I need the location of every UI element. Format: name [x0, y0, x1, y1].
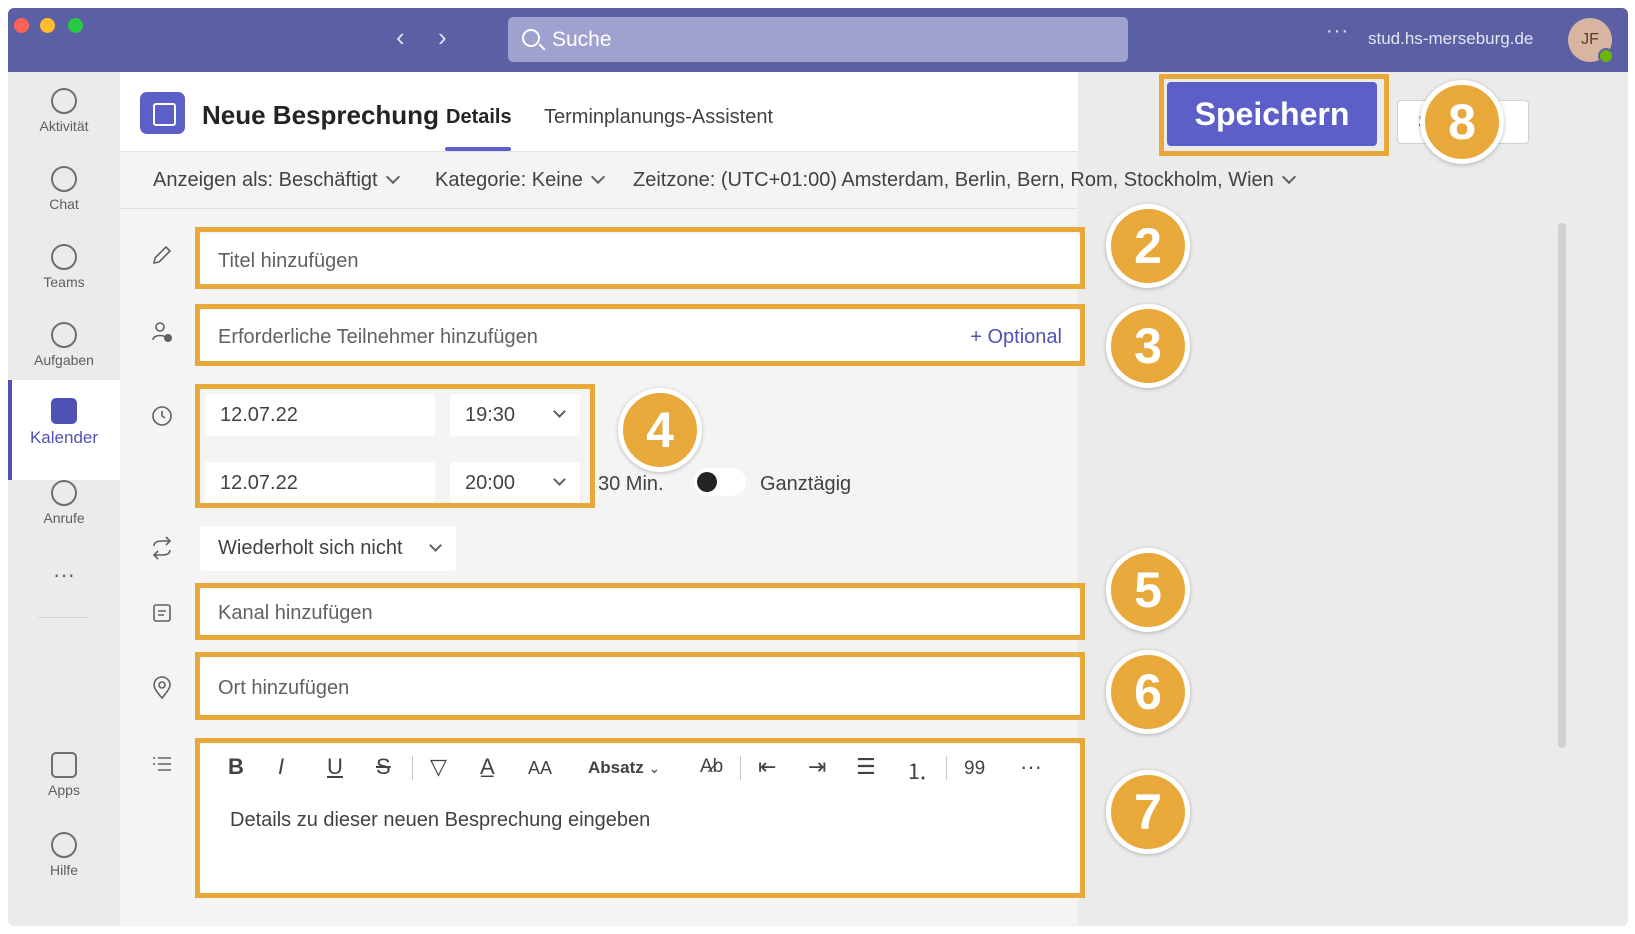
- rail-item-label: Chat: [49, 196, 79, 212]
- bell-icon: [51, 88, 77, 114]
- duration-label: 30 Min.: [598, 473, 664, 495]
- rail-item-activity[interactable]: Aktivität: [8, 88, 120, 148]
- calendar-icon: [51, 398, 77, 424]
- backpack-icon: [51, 322, 77, 348]
- avatar[interactable]: JF: [1568, 18, 1614, 64]
- teams-icon: [51, 244, 77, 270]
- category-label: Kategorie: Keine: [435, 169, 583, 191]
- search-input[interactable]: Suche: [508, 17, 1128, 62]
- chevron-down-icon: [385, 169, 400, 185]
- rail-item-label: Apps: [48, 782, 80, 798]
- options-bar: Anzeigen als: Beschäftigt Kategorie: Kei…: [120, 152, 1296, 209]
- rail-item-label: Aktivität: [39, 118, 89, 134]
- highlight-location: [195, 652, 1085, 720]
- back-arrow-icon[interactable]: ‹: [396, 22, 405, 52]
- pencil-icon: [152, 245, 172, 265]
- rail-item-calls[interactable]: Anrufe: [8, 480, 120, 540]
- page-title: Neue Besprechung: [202, 100, 439, 130]
- close-window-button[interactable]: [14, 18, 29, 33]
- highlight-details: [195, 738, 1085, 898]
- rail-item-label: Hilfe: [49, 862, 78, 878]
- minimize-window-button[interactable]: [40, 18, 55, 33]
- tenant-name: stud.hs-merseburg.de: [1368, 29, 1534, 48]
- all-day-label: Ganztägig: [760, 473, 852, 495]
- highlight-channel: [195, 583, 1085, 640]
- timezone-label: Zeitzone: (UTC+01:00) Amsterdam, Berlin,…: [633, 169, 1274, 191]
- toggle-knob: [697, 472, 717, 492]
- rail-item-label: Teams: [43, 274, 85, 290]
- scrollbar[interactable]: [1558, 223, 1566, 748]
- add-person-icon: [152, 322, 172, 342]
- location-pin-icon: [153, 676, 171, 700]
- tab-details[interactable]: Details: [446, 106, 512, 129]
- title-bar: ‹ › Suche ··· stud.hs-merseburg.de JF: [8, 8, 1628, 72]
- rail-item-help[interactable]: Hilfe: [8, 832, 120, 892]
- channel-icon: [153, 604, 171, 622]
- details-list-icon: [153, 757, 171, 771]
- rail-item-label: Anrufe: [43, 510, 85, 526]
- rail-item-label: Kalender: [29, 428, 99, 447]
- help-icon: [51, 832, 77, 858]
- clock-icon: [152, 406, 172, 426]
- callout-badge: 5: [1106, 548, 1190, 632]
- highlight-datetime: [195, 384, 595, 508]
- chevron-down-icon: [590, 169, 605, 185]
- callout-badge: 3: [1106, 304, 1190, 388]
- presence-available-icon: [1598, 48, 1614, 64]
- active-tab-indicator: [445, 147, 511, 151]
- rail-item-assignments[interactable]: Aufgaben: [8, 322, 120, 382]
- rail-item-teams[interactable]: Teams: [8, 244, 120, 304]
- chevron-down-icon: [429, 539, 442, 552]
- avatar-initials: JF: [1581, 31, 1599, 48]
- rail-item-calendar[interactable]: Kalender: [8, 380, 120, 480]
- chevron-down-icon: [1281, 169, 1296, 185]
- repeat-dropdown[interactable]: Wiederholt sich nicht: [200, 526, 456, 571]
- repeat-value: Wiederholt sich nicht: [218, 537, 403, 559]
- meeting-form-panel: Neue Besprechung Details Terminplanungs-…: [120, 72, 1296, 926]
- timezone-dropdown[interactable]: Zeitzone: (UTC+01:00) Amsterdam, Berlin,…: [633, 169, 1296, 192]
- app-rail: Aktivität Chat Teams Aufgaben Kalender A…: [8, 72, 120, 926]
- search-icon: [522, 29, 540, 47]
- show-as-dropdown[interactable]: Anzeigen als: Beschäftigt: [153, 169, 400, 192]
- phone-icon: [51, 480, 77, 506]
- callout-badge: 8: [1420, 80, 1504, 164]
- more-options-button[interactable]: ···: [1326, 20, 1349, 43]
- highlight-attendees: [195, 304, 1085, 366]
- repeat-icon: [152, 536, 172, 560]
- rail-divider: [38, 617, 88, 618]
- chat-icon: [51, 166, 77, 192]
- all-day-toggle[interactable]: [694, 468, 746, 496]
- callout-badge: 4: [618, 388, 702, 472]
- search-placeholder: Suche: [552, 28, 612, 51]
- form-header: Neue Besprechung Details Terminplanungs-…: [120, 72, 1078, 152]
- save-button[interactable]: Speichern: [1167, 82, 1377, 146]
- rail-item-apps[interactable]: Apps: [8, 752, 120, 812]
- maximize-window-button[interactable]: [68, 18, 83, 33]
- highlight-title: [195, 227, 1085, 289]
- callout-badge: 7: [1106, 770, 1190, 854]
- rail-item-chat[interactable]: Chat: [8, 166, 120, 226]
- callout-badge: 6: [1106, 650, 1190, 734]
- calendar-icon: [140, 92, 185, 134]
- more-apps-button[interactable]: ···: [8, 562, 120, 588]
- tab-scheduling-assistant[interactable]: Terminplanungs-Assistent: [544, 106, 773, 129]
- callout-badge: 2: [1106, 204, 1190, 288]
- app-window: ‹ › Suche ··· stud.hs-merseburg.de JF Ak…: [8, 8, 1628, 926]
- apps-icon: [51, 752, 77, 778]
- show-as-label: Anzeigen als: Beschäftigt: [153, 169, 378, 191]
- forward-arrow-icon[interactable]: ›: [438, 22, 447, 52]
- rail-item-label: Aufgaben: [34, 352, 94, 368]
- category-dropdown[interactable]: Kategorie: Keine: [435, 169, 605, 192]
